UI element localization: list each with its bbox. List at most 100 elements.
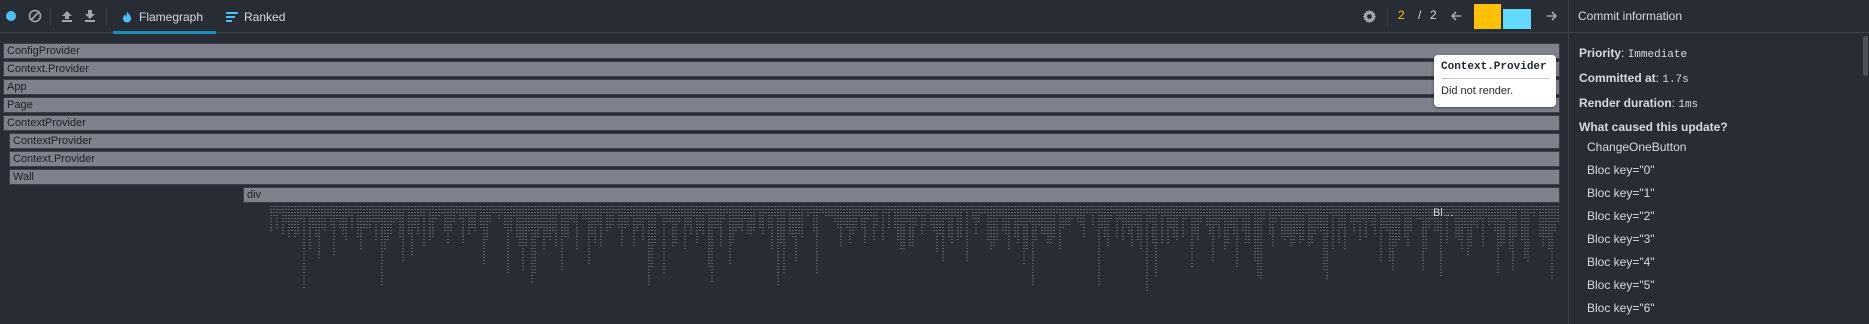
flame-frame-small[interactable] bbox=[864, 206, 866, 243]
flame-frame-small[interactable] bbox=[996, 206, 998, 240]
flame-frame-small[interactable] bbox=[1377, 206, 1379, 213]
flame-frame-small[interactable] bbox=[588, 206, 590, 264]
flame-frame-small[interactable] bbox=[1419, 206, 1421, 219]
flame-frame-small[interactable] bbox=[384, 206, 386, 249]
flame-frame-small[interactable] bbox=[549, 206, 551, 242]
flame-frame-small[interactable] bbox=[498, 206, 500, 219]
flame-frame[interactable]: Context.Provider bbox=[9, 151, 1560, 167]
flame-frame-small[interactable] bbox=[1356, 206, 1358, 223]
flame-frame-small[interactable] bbox=[1506, 206, 1508, 221]
flame-frame-small[interactable] bbox=[1026, 206, 1028, 249]
flame-frame-small[interactable] bbox=[288, 206, 290, 238]
flame-frame-small[interactable] bbox=[495, 206, 497, 215]
flame-frame-small[interactable] bbox=[1044, 206, 1046, 234]
flame-frame-small[interactable] bbox=[1338, 206, 1340, 243]
flame-frame-small[interactable] bbox=[717, 206, 719, 229]
flame-frame-small[interactable] bbox=[390, 206, 392, 234]
flame-frame-small[interactable] bbox=[1263, 206, 1265, 219]
flame-frame-small[interactable] bbox=[1155, 206, 1157, 278]
flame-frame-small[interactable] bbox=[990, 206, 992, 249]
flame-frame-small[interactable] bbox=[966, 206, 968, 263]
flame-frame-small[interactable] bbox=[447, 206, 449, 245]
flame-frame-small[interactable] bbox=[1482, 206, 1484, 247]
cause-item[interactable]: Bloc key="2" bbox=[1587, 209, 1655, 223]
flame-frame-small[interactable] bbox=[906, 206, 908, 224]
flame-frame-small[interactable] bbox=[831, 206, 833, 216]
flame-frame-small[interactable] bbox=[405, 206, 407, 212]
flame-frame-small[interactable] bbox=[312, 206, 314, 228]
flame-frame-small[interactable] bbox=[1239, 206, 1241, 218]
flame-frame-small[interactable] bbox=[1080, 206, 1082, 225]
flame-frame-small[interactable] bbox=[408, 206, 410, 235]
flame-frame-small[interactable] bbox=[276, 206, 278, 229]
flame-frame-small[interactable] bbox=[915, 206, 917, 227]
flame-frame-small[interactable] bbox=[957, 206, 959, 241]
flame-frame-small[interactable] bbox=[543, 206, 545, 250]
flame-frame-small[interactable] bbox=[420, 206, 422, 217]
flame-frame-small[interactable] bbox=[729, 206, 731, 265]
flame-frame-small[interactable] bbox=[1329, 206, 1331, 213]
flame-frame-small[interactable] bbox=[1284, 206, 1286, 242]
flame-frame-small[interactable] bbox=[483, 206, 485, 265]
flame-frame-small[interactable] bbox=[1110, 206, 1112, 221]
flame-frame-small[interactable] bbox=[1047, 206, 1049, 244]
flame-frame-small[interactable] bbox=[738, 206, 740, 230]
flame-frame-small[interactable] bbox=[1260, 206, 1262, 279]
flame-frame-small[interactable] bbox=[507, 206, 509, 273]
save-profile-button[interactable] bbox=[82, 8, 98, 24]
flame-frame-small[interactable] bbox=[942, 206, 944, 261]
flame-frame-small[interactable] bbox=[1545, 206, 1547, 238]
flame-frame-small[interactable] bbox=[492, 206, 494, 215]
flame-frame-small[interactable] bbox=[489, 206, 491, 222]
flame-frame-small[interactable] bbox=[1413, 206, 1415, 216]
flame-frame-small[interactable] bbox=[873, 206, 875, 242]
flame-frame-small[interactable] bbox=[510, 206, 512, 233]
flame-frame-small[interactable] bbox=[1380, 206, 1382, 262]
flame-frame-small[interactable] bbox=[630, 206, 632, 217]
flame-frame-small[interactable] bbox=[810, 206, 812, 214]
flame-frame-small[interactable] bbox=[612, 206, 614, 225]
flame-frame-small[interactable] bbox=[672, 206, 674, 248]
flame-frame-small[interactable] bbox=[1215, 206, 1217, 226]
flame-frame-small[interactable] bbox=[1095, 206, 1097, 215]
flame-frame-small[interactable] bbox=[1395, 206, 1397, 248]
flame-frame-small[interactable] bbox=[609, 206, 611, 228]
flame-frame-small[interactable] bbox=[951, 206, 953, 245]
flame-frame-small[interactable] bbox=[414, 206, 416, 230]
flame-frame-small[interactable] bbox=[1005, 206, 1007, 235]
flame-frame-small[interactable] bbox=[1140, 206, 1142, 251]
flame-frame-small[interactable] bbox=[417, 206, 419, 235]
flame-frame-small[interactable] bbox=[1479, 206, 1481, 221]
flame-frame-small[interactable] bbox=[1062, 206, 1064, 230]
flame-frame-small[interactable] bbox=[462, 206, 464, 243]
flame-frame-small[interactable] bbox=[336, 206, 338, 221]
flame-frame-small[interactable] bbox=[441, 206, 443, 215]
flame-frame-small[interactable] bbox=[1290, 206, 1292, 246]
flame-frame-small[interactable] bbox=[606, 206, 608, 231]
flame-frame-small[interactable] bbox=[690, 206, 692, 234]
flame-frame-small[interactable] bbox=[1293, 206, 1295, 243]
flame-frame-small[interactable] bbox=[822, 206, 824, 215]
flame-frame-small[interactable] bbox=[645, 206, 647, 221]
flame-frame-small[interactable] bbox=[1281, 206, 1283, 237]
flame-frame-small[interactable] bbox=[1011, 206, 1013, 221]
flame-frame-small[interactable] bbox=[480, 206, 482, 230]
flame-frame-small[interactable] bbox=[1365, 206, 1367, 239]
flame-frame-small[interactable] bbox=[819, 206, 821, 215]
flame-frame-small[interactable] bbox=[285, 206, 287, 223]
flame-frame-small[interactable] bbox=[603, 206, 605, 215]
flame-frame-small[interactable] bbox=[846, 206, 848, 230]
flame-frame-small[interactable] bbox=[1548, 206, 1550, 251]
flame-frame-small[interactable] bbox=[921, 206, 923, 234]
flame-frame-small[interactable] bbox=[1170, 206, 1172, 230]
flame-frame-small[interactable] bbox=[333, 206, 335, 255]
flame-frame-small[interactable] bbox=[360, 206, 362, 250]
flame-frame-small[interactable] bbox=[900, 206, 902, 250]
flame-frame-small[interactable] bbox=[1464, 206, 1466, 229]
flame-frame[interactable]: ContextProvider bbox=[9, 133, 1560, 149]
flame-frame[interactable]: App bbox=[3, 79, 1560, 95]
flame-frame-small[interactable] bbox=[1035, 206, 1037, 242]
flame-frame-small[interactable] bbox=[330, 206, 332, 226]
flame-frame-small[interactable] bbox=[555, 206, 557, 247]
flame-frame-small[interactable] bbox=[849, 206, 851, 243]
